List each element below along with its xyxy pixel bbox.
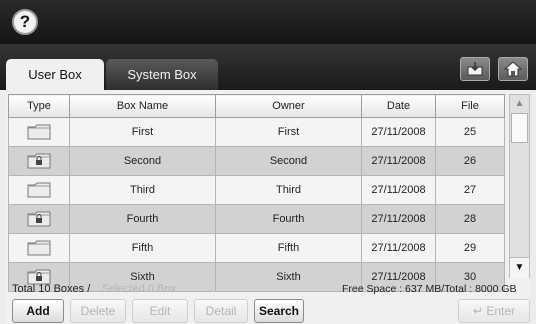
detail-button[interactable]: Detail bbox=[194, 299, 248, 323]
owner-cell: First bbox=[215, 117, 362, 147]
owner-cell: Second bbox=[215, 146, 362, 176]
tab-bar: User Box System Box bbox=[0, 44, 536, 90]
free-space-text: Free Space : 637 MB/Total : 8000 GB bbox=[342, 283, 517, 295]
table-row[interactable]: Fifth Fifth 27/11/2008 29 bbox=[8, 233, 505, 263]
type-cell bbox=[8, 146, 70, 176]
locked-folder-icon bbox=[27, 211, 51, 227]
box-table: Type Box Name Owner Date File First First… bbox=[8, 94, 505, 292]
type-cell bbox=[8, 175, 70, 205]
import-icon bbox=[467, 62, 483, 76]
add-button[interactable]: Add bbox=[12, 299, 64, 323]
type-cell bbox=[8, 204, 70, 234]
file-count-cell: 29 bbox=[435, 233, 505, 263]
scroll-thumb[interactable] bbox=[511, 113, 528, 143]
date-cell: 27/11/2008 bbox=[361, 117, 436, 147]
search-button[interactable]: Search bbox=[254, 299, 304, 323]
date-cell: 27/11/2008 bbox=[361, 233, 436, 263]
folder-icon bbox=[27, 124, 51, 140]
folder-icon bbox=[27, 240, 51, 256]
box-name-cell: Second bbox=[69, 146, 216, 176]
enter-button[interactable]: ↵ Enter bbox=[458, 299, 530, 323]
table-row[interactable]: Third Third 27/11/2008 27 bbox=[8, 175, 505, 205]
file-count-cell: 25 bbox=[435, 117, 505, 147]
enter-label: Enter bbox=[486, 304, 516, 318]
box-name-cell: First bbox=[69, 117, 216, 147]
date-cell: 27/11/2008 bbox=[361, 146, 436, 176]
tab-user-box[interactable]: User Box bbox=[6, 59, 104, 90]
box-name-cell: Fourth bbox=[69, 204, 216, 234]
edit-button[interactable]: Edit bbox=[132, 299, 188, 323]
file-count-cell: 28 bbox=[435, 204, 505, 234]
scrollbar[interactable]: ▲ ▼ bbox=[509, 94, 530, 278]
date-cell: 27/11/2008 bbox=[361, 204, 436, 234]
scroll-down-icon[interactable]: ▼ bbox=[510, 257, 529, 278]
file-count-cell: 26 bbox=[435, 146, 505, 176]
col-header-type[interactable]: Type bbox=[8, 94, 70, 118]
table-row[interactable]: Fourth Fourth 27/11/2008 28 bbox=[8, 204, 505, 234]
owner-cell: Third bbox=[215, 175, 362, 205]
type-cell bbox=[8, 117, 70, 147]
col-header-owner[interactable]: Owner bbox=[215, 94, 362, 118]
home-button[interactable] bbox=[498, 57, 528, 81]
table-row[interactable]: First First 27/11/2008 25 bbox=[8, 117, 505, 147]
table-row[interactable]: Second Second 27/11/2008 26 bbox=[8, 146, 505, 176]
box-name-cell: Third bbox=[69, 175, 216, 205]
box-name-cell: Fifth bbox=[69, 233, 216, 263]
folder-icon bbox=[27, 182, 51, 198]
scroll-up-icon[interactable]: ▲ bbox=[510, 95, 529, 113]
top-bar: ? bbox=[0, 0, 536, 44]
enter-arrow-icon: ↵ bbox=[472, 304, 484, 318]
selected-boxes-text: Selected 0 Box bbox=[102, 283, 176, 295]
table-header-row: Type Box Name Owner Date File bbox=[8, 94, 505, 118]
delete-button[interactable]: Delete bbox=[70, 299, 126, 323]
file-count-cell: 27 bbox=[435, 175, 505, 205]
col-header-box-name[interactable]: Box Name bbox=[69, 94, 216, 118]
locked-folder-icon bbox=[27, 153, 51, 169]
import-button[interactable] bbox=[460, 57, 490, 81]
type-cell bbox=[8, 233, 70, 263]
owner-cell: Sixth bbox=[215, 262, 362, 292]
help-button[interactable]: ? bbox=[12, 9, 38, 35]
date-cell: 27/11/2008 bbox=[361, 175, 436, 205]
col-header-file[interactable]: File bbox=[435, 94, 505, 118]
tab-system-box[interactable]: System Box bbox=[106, 59, 218, 90]
owner-cell: Fifth bbox=[215, 233, 362, 263]
total-boxes-text: Total 10 Boxes / bbox=[12, 283, 91, 295]
col-header-date[interactable]: Date bbox=[361, 94, 436, 118]
owner-cell: Fourth bbox=[215, 204, 362, 234]
home-icon bbox=[504, 61, 522, 77]
